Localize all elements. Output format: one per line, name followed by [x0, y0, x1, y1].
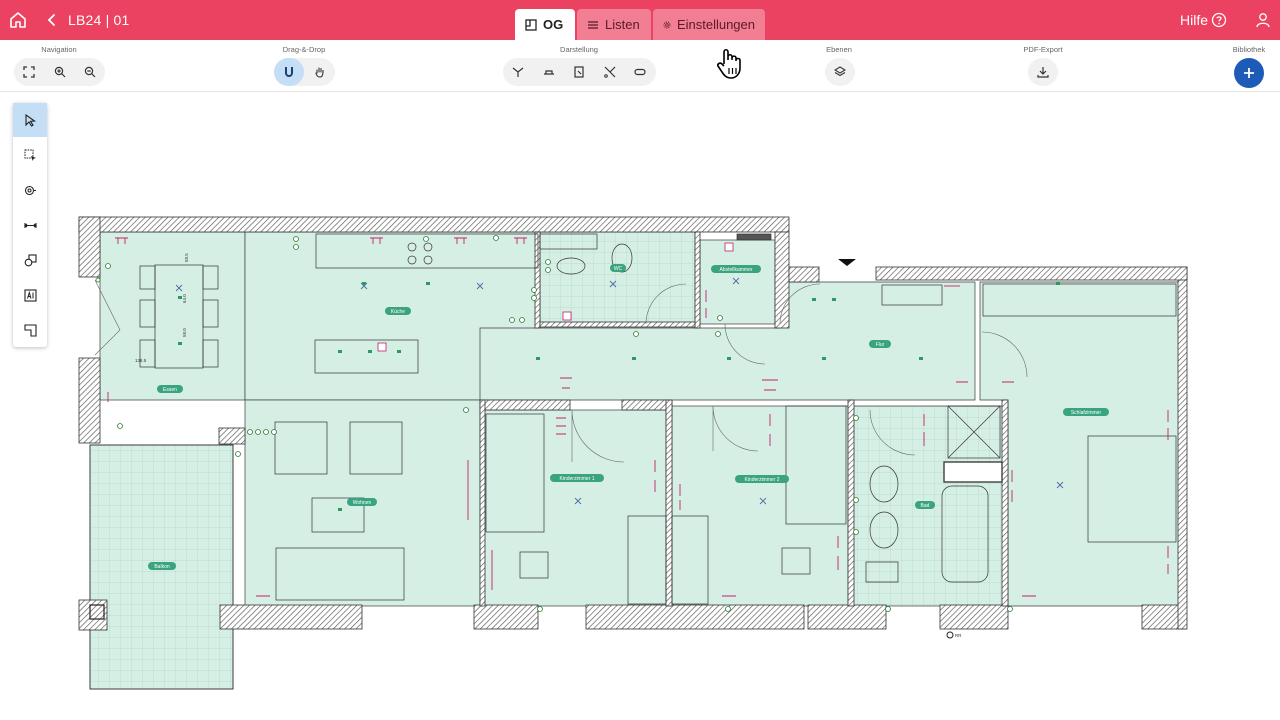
group-label-ebenen: Ebenen [826, 45, 852, 54]
cable-cut-button[interactable] [595, 58, 625, 86]
wall-socket-icon [544, 70, 554, 75]
dimension-label: 64.0 [182, 294, 187, 303]
room-label-essen[interactable]: Essen [157, 385, 183, 393]
group-label-navigation: Navigation [41, 45, 77, 54]
group-label-bibliothek: Bibliothek [1232, 45, 1266, 54]
help-circle-icon[interactable] [1211, 12, 1227, 28]
group-label-darstellung: Darstellung [560, 45, 598, 54]
gear-icon [663, 21, 671, 28]
svg-text:Balkon: Balkon [154, 564, 170, 570]
tab-einstellungen-label: Einstellungen [676, 17, 755, 32]
dimension-label: 58.5 [184, 253, 189, 262]
user-icon[interactable] [1254, 11, 1272, 29]
dimension-label: 138.5 [135, 358, 147, 363]
svg-text:WC: WC [614, 266, 623, 272]
room-label-balkon[interactable]: Balkon [148, 562, 176, 570]
room-label-kueche[interactable]: Küche [385, 307, 411, 315]
group-label-dragdrop: Drag-&-Drop [282, 45, 326, 54]
svg-text:Flur: Flur [876, 342, 885, 348]
svg-text:Schlafzimmer: Schlafzimmer [1071, 410, 1102, 416]
rr-label: RR [955, 633, 962, 638]
capsule-icon [634, 68, 646, 76]
app-root: LB24 | 01 OG Listen Einstellungen Hilfe … [0, 0, 1280, 720]
pipe-junction-button[interactable] [503, 58, 533, 86]
svg-text:Essen: Essen [163, 387, 177, 393]
tab-og[interactable]: OG [515, 9, 575, 40]
magnet-icon [285, 67, 293, 77]
room-label-schlafzimmer[interactable]: Schlafzimmer [1063, 408, 1109, 416]
svg-text:Kinderzimmer 1: Kinderzimmer 1 [559, 476, 594, 482]
layers-icon [834, 66, 846, 77]
svg-text:Küche: Küche [391, 309, 405, 315]
room-label-abstellkammer[interactable]: Abstellkammer [711, 265, 761, 273]
hand-button[interactable] [305, 58, 335, 86]
dimension-label: 58.0 [182, 328, 187, 337]
room-label-bad[interactable]: Bad [915, 501, 935, 509]
floor-plan[interactable]: RR 58.5 64.0 58.0 138.5 Essen Küche Wohn… [0, 92, 1280, 720]
bibliothek-add-button[interactable] [1234, 58, 1264, 88]
cable-cut-icon [604, 66, 616, 78]
magnet-button[interactable] [274, 58, 304, 86]
back-chevron-icon[interactable] [44, 11, 60, 29]
door-icon [574, 66, 584, 78]
rr-marker [946, 631, 954, 639]
download-button[interactable] [1028, 58, 1058, 86]
fit-screen-icon [23, 66, 35, 78]
list-icon [588, 20, 598, 29]
project-title: LB24 | 01 [68, 12, 130, 28]
entrance-arrow [838, 259, 856, 266]
zoom-in-icon [54, 66, 66, 78]
zoom-in-button[interactable] [45, 58, 75, 86]
download-icon [1037, 67, 1049, 78]
group-label-pdf: PDF-Export [1023, 45, 1063, 54]
capsule-button[interactable] [625, 58, 655, 86]
tab-listen[interactable]: Listen [577, 9, 651, 40]
toolbar: Navigation Drag-&-Drop Darstellung Ebene… [0, 40, 1280, 92]
pipe-junction-icon [512, 67, 524, 77]
svg-text:Kinderzimmer 2: Kinderzimmer 2 [744, 477, 779, 483]
home-icon[interactable] [8, 10, 28, 30]
svg-text:Abstellkammer: Abstellkammer [719, 267, 752, 273]
top-bar: LB24 | 01 OG Listen Einstellungen Hilfe [0, 0, 1280, 40]
room-label-kinderzimmer-2[interactable]: Kinderzimmer 2 [735, 475, 789, 483]
zoom-out-icon [84, 66, 96, 78]
svg-text:Wohnen: Wohnen [353, 500, 372, 506]
svg-text:Bad: Bad [921, 503, 930, 509]
plus-icon [1244, 68, 1254, 78]
help-link[interactable]: Hilfe [1180, 12, 1208, 28]
hand-icon [315, 67, 324, 78]
wall-socket-button[interactable] [534, 58, 564, 86]
layers-button[interactable] [825, 58, 855, 86]
door-button[interactable] [564, 58, 594, 86]
room-label-kinderzimmer-1[interactable]: Kinderzimmer 1 [550, 474, 604, 482]
room-label-flur[interactable]: Flur [869, 340, 891, 348]
tab-einstellungen[interactable]: Einstellungen [653, 9, 765, 40]
floorplan-icon [525, 18, 537, 31]
room-label-wohnen[interactable]: Wohnen [347, 498, 377, 506]
zoom-out-button[interactable] [75, 58, 105, 86]
tab-og-label: OG [543, 17, 564, 32]
tab-listen-label: Listen [605, 17, 640, 32]
room-label-wc[interactable]: WC [610, 264, 626, 272]
fit-screen-button[interactable] [14, 58, 44, 86]
